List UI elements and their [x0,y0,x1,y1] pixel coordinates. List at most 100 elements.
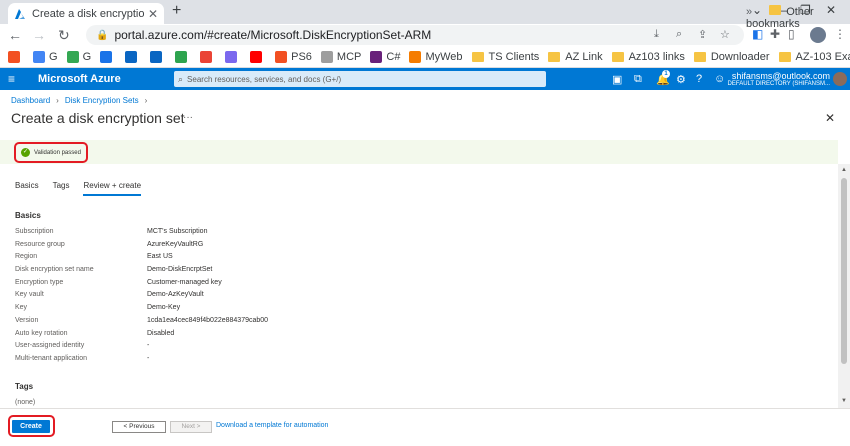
forward-icon[interactable]: → [32,27,46,43]
site-favicon-icon [125,50,138,63]
site-favicon-icon [175,50,188,63]
bookmark-item[interactable] [150,50,166,63]
share-icon[interactable]: ⇪ [698,28,707,41]
search-icon: ⌕ [178,73,184,84]
folder-icon [611,51,624,62]
summary-row: Multi-tenant application - [15,355,268,368]
bookmark-item[interactable]: Downloader [693,51,770,63]
browser-tab[interactable]: Create a disk encryption set - Mi ✕ [8,3,164,24]
tab-basics[interactable]: Basics [15,181,39,196]
lock-icon[interactable]: 🔒 [96,30,108,41]
bookmark-item[interactable] [225,50,241,63]
site-favicon-icon [320,50,333,63]
create-button[interactable]: Create [12,420,50,433]
check-circle-icon: ✓ [21,148,30,157]
previous-button[interactable]: < Previous [112,421,166,433]
breadcrumb: Dashboard › Disk Encryption Sets › [11,96,147,105]
summary-label: User-assigned identity [15,342,85,350]
bookmark-star-icon[interactable]: ☆ [720,28,730,41]
summary-label: Region [15,253,38,261]
summary-label: Disk encryption set name [15,266,94,274]
scrollbar-thumb[interactable] [841,178,847,364]
bookmark-item[interactable]: MCP [320,50,361,63]
bookmark-item[interactable] [175,50,191,63]
summary-label: Subscription [15,228,54,235]
summary-row: Encryption type Customer-managed key [15,279,268,292]
cloud-shell-icon[interactable]: ▣ [612,73,622,86]
breadcrumb-disk-encryption-sets[interactable]: Disk Encryption Sets [65,96,139,105]
summary-value: East US [147,253,173,261]
folder-icon [471,51,484,62]
bookmark-item[interactable]: C# [370,50,400,63]
back-icon[interactable]: ← [8,27,22,43]
reload-icon[interactable]: ↻ [58,27,70,44]
summary-value: - [147,342,150,350]
scroll-down-icon[interactable]: ▼ [841,398,847,404]
url-bar[interactable]: 🔒 portal.azure.com/#create/Microsoft.Dis… [86,25,744,45]
url-text[interactable]: portal.azure.com/#create/Microsoft.DiskE… [114,28,431,42]
zoom-icon[interactable]: ⌕ [676,28,682,41]
summary-value: Demo-AzKeyVault [147,291,204,299]
scroll-up-icon[interactable]: ▲ [841,167,847,173]
bookmark-item[interactable] [200,50,216,63]
download-template-link[interactable]: Download a template for automation [216,422,328,429]
user-avatar[interactable] [833,72,847,86]
bookmark-item[interactable]: G [66,50,91,63]
directory-filter-icon[interactable]: ⧉ [634,73,642,86]
site-favicon-icon [33,50,45,63]
review-summary: Subscription MCT's Subscription Resource g… [15,228,268,368]
next-button[interactable]: Next > [170,421,212,433]
bookmark-item[interactable] [250,50,266,63]
more-options-icon[interactable]: ··· [183,112,193,123]
bookmark-item[interactable] [100,50,116,63]
download-icon[interactable]: ⤓ [654,28,659,41]
bookmark-item[interactable]: TS Clients [471,51,539,63]
site-favicon-icon [66,50,79,63]
hamburger-menu-icon[interactable]: ≡ [8,72,28,86]
settings-gear-icon[interactable]: ⚙ [676,73,686,86]
validation-text: Validation passed [34,149,81,156]
folder-icon [778,51,791,62]
summary-value: AzureKeyVaultRG [147,240,204,248]
basics-heading: Basics [15,211,41,220]
bookmark-item[interactable]: MyWeb [409,50,463,63]
more-bookmarks-icon[interactable]: » [746,6,752,18]
site-favicon-icon [200,50,213,63]
bookmark-item[interactable]: G [33,50,58,63]
summary-row: Key vault Demo-AzKeyVault [15,291,268,304]
breadcrumb-dashboard[interactable]: Dashboard [11,96,50,105]
bookmark-item[interactable]: AZ-103 Exams [778,51,850,63]
azure-brand[interactable]: Microsoft Azure [38,73,121,85]
summary-row: Auto key rotation Disabled [15,330,268,343]
bookmark-item[interactable]: PS6 [275,50,312,63]
account-info[interactable]: shifansms@outlook.com DEFAULT DIRECTORY … [718,71,830,87]
tab-review-create[interactable]: Review + create [83,181,142,196]
content-scrollbar[interactable]: ▲ ▼ [838,164,850,408]
summary-label: Auto key rotation [15,329,68,337]
summary-value: Customer-managed key [147,278,222,286]
folder-icon [548,51,561,62]
site-favicon-icon [225,50,238,63]
close-tab-icon[interactable]: ✕ [148,7,158,21]
site-favicon-icon [150,50,163,63]
bookmark-item[interactable]: AZ Link [548,51,603,63]
close-blade-icon[interactable]: ✕ [825,111,835,125]
tab-tags[interactable]: Tags [53,181,70,196]
browser-tab-title: Create a disk encryption set - Mi [32,7,144,20]
summary-value: 1cda1ea4cec849f4b022e884379cab00 [147,316,269,324]
azure-search-input[interactable]: ⌕ Search resources, services, and docs (… [174,71,546,87]
bookmark-item[interactable] [125,50,141,63]
folder-icon [693,51,706,62]
help-icon[interactable]: ? [696,73,702,85]
summary-row: Disk encryption set name Demo-DiskEncrptS… [15,266,268,279]
site-favicon-icon [250,50,263,63]
new-tab-icon[interactable]: + [172,2,181,20]
other-bookmarks[interactable]: » Other bookmarks [746,5,850,30]
bookmark-item[interactable]: Az103 links [611,51,685,63]
summary-label: Key [15,304,28,312]
summary-label: Version [15,316,39,324]
validation-status: ✓ Validation passed [14,142,88,163]
site-favicon-icon [100,50,113,63]
page-title: Create a disk encryption set [11,110,185,126]
bookmark-item[interactable] [8,50,24,63]
